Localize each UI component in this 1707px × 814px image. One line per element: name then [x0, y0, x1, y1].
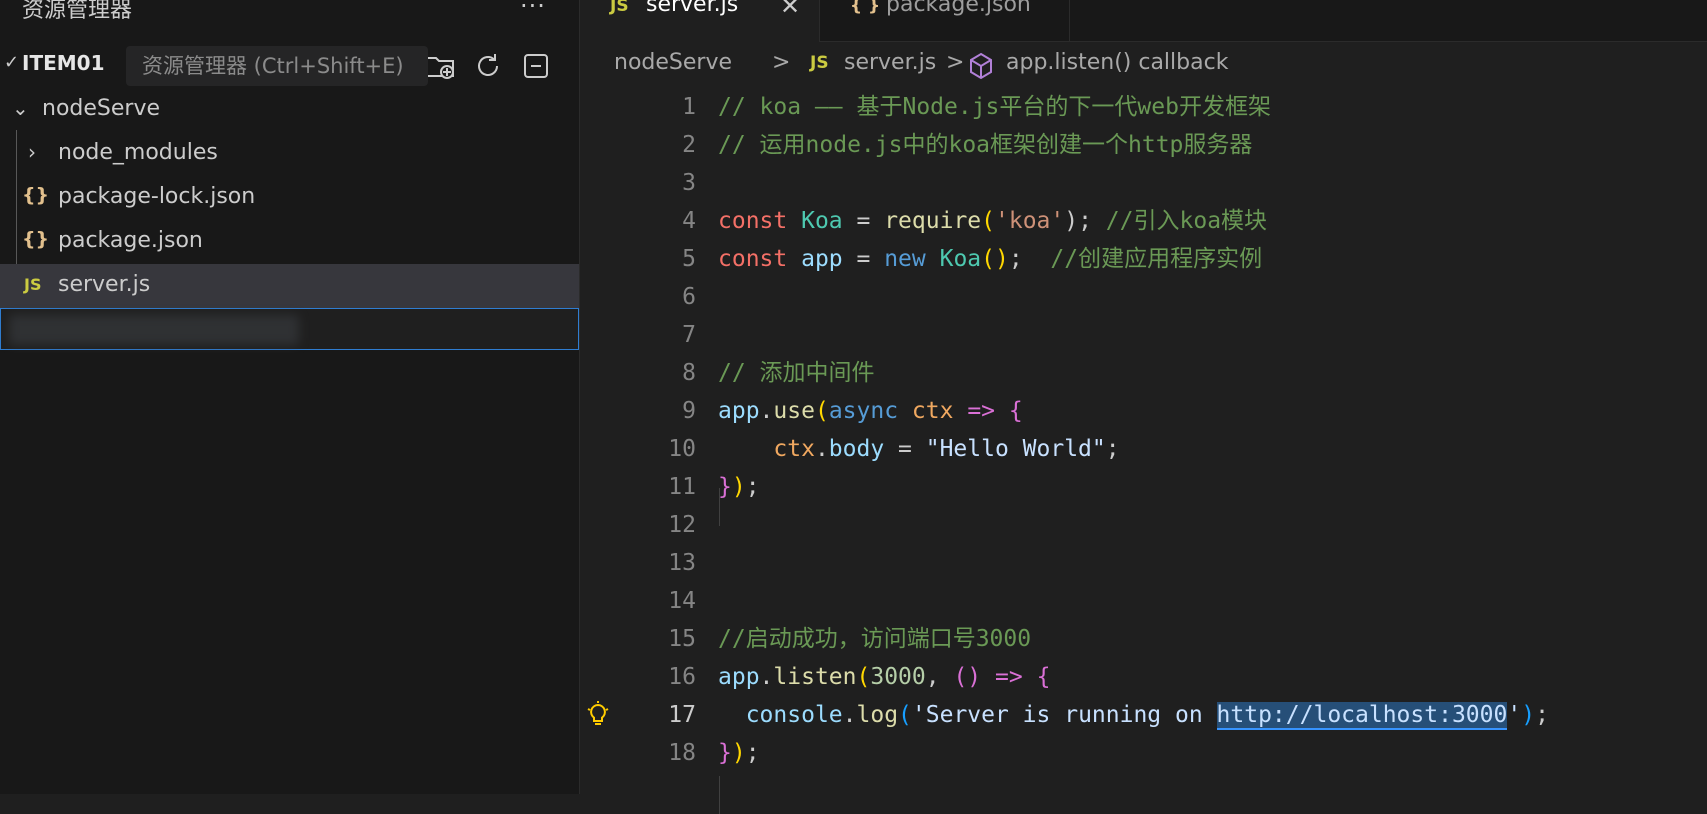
line-number: 4	[682, 208, 696, 234]
code-line: 6	[580, 278, 1707, 316]
line-number: 3	[682, 170, 696, 196]
tooltip: 资源管理器 (Ctrl+Shift+E)	[126, 46, 428, 86]
line-number: 9	[682, 398, 696, 424]
workspace-name: ITEM01	[22, 51, 105, 75]
tab-server-js[interactable]: JS server.js ✕	[580, 0, 820, 42]
code-line: 8 // 添加中间件	[580, 354, 1707, 392]
collapse-all-icon[interactable]	[520, 50, 552, 82]
code-text: //启动成功，访问端口号3000	[718, 626, 1032, 652]
json-file-icon: { }	[850, 0, 881, 16]
json-file-icon: {}	[22, 228, 50, 250]
js-file-icon: JS	[24, 275, 42, 294]
symbol-method-icon	[968, 52, 994, 86]
code-text: // koa —— 基于Node.js平台的下一代web开发框架	[718, 94, 1271, 120]
code-line: 17 console.log('Server is running on htt…	[580, 696, 1707, 734]
tree-item-nodeServe[interactable]: ⌄ nodeServe	[0, 88, 579, 132]
line-number: 14	[668, 588, 696, 614]
breadcrumb-folder[interactable]: nodeServe	[614, 50, 732, 75]
line-number: 2	[682, 132, 696, 158]
code-line: 4 const Koa = require('koa'); //引入koa模块	[580, 202, 1707, 240]
code-line: 3	[580, 164, 1707, 202]
code-line: 13	[580, 544, 1707, 582]
code-text: app.listen(3000, () => {	[718, 664, 1051, 690]
tree-item-server-js[interactable]: JS server.js	[0, 264, 579, 308]
line-number: 10	[668, 436, 696, 462]
chevron-right-icon: >	[772, 50, 791, 75]
chevron-down-icon: ⌄	[12, 96, 29, 120]
line-number: 8	[682, 360, 696, 386]
tree-item-node-modules[interactable]: › node_modules	[0, 132, 579, 176]
refresh-icon[interactable]	[472, 50, 504, 82]
tree-item-label: package-lock.json	[58, 184, 256, 209]
tab-label: server.js	[646, 0, 739, 17]
tree-item-label: server.js	[58, 272, 151, 297]
code-text: });	[718, 474, 760, 500]
code-line: 12	[580, 506, 1707, 544]
explorer-title: 资源管理器	[22, 0, 133, 23]
tree-item-label: nodeServe	[42, 96, 161, 121]
code-line: 1 // koa —— 基于Node.js平台的下一代web开发框架	[580, 88, 1707, 126]
code-line: 11 });	[580, 468, 1707, 506]
tree-item-package-json[interactable]: {} package.json	[0, 220, 579, 264]
line-number: 7	[682, 322, 696, 348]
code-text: app.use(async ctx => {	[718, 398, 1023, 424]
code-text: // 运用node.js中的koa框架创建一个http服务器	[718, 132, 1253, 158]
line-number: 11	[668, 474, 696, 500]
code-text: ctx.body = "Hello World";	[773, 436, 1120, 462]
code-text: const app = new Koa(); //创建应用程序实例	[718, 246, 1263, 272]
blurred-content	[9, 315, 299, 345]
code-line: 16 app.listen(3000, () => {	[580, 658, 1707, 696]
line-number: 16	[668, 664, 696, 690]
line-number: 17	[668, 702, 696, 728]
line-number: 5	[682, 246, 696, 272]
code-line: 5 const app = new Koa(); //创建应用程序实例	[580, 240, 1707, 278]
code-line: 2 // 运用node.js中的koa框架创建一个http服务器	[580, 126, 1707, 164]
url-link[interactable]: http://localhost:3000	[1216, 702, 1508, 730]
code-text: const Koa = require('koa'); //引入koa模块	[718, 208, 1268, 234]
editor-area: JS server.js ✕ { } package.json nodeServ…	[580, 0, 1707, 814]
tree-item-label: package.json	[58, 228, 203, 253]
code-text: console.log('Server is running on http:/…	[745, 702, 1549, 730]
json-file-icon: {}	[22, 184, 50, 206]
code-line: 15 //启动成功，访问端口号3000	[580, 620, 1707, 658]
tree-item-label: node_modules	[58, 140, 218, 165]
code-line: 14	[580, 582, 1707, 620]
breadcrumb-symbol[interactable]: app.listen() callback	[1006, 50, 1228, 75]
line-number: 6	[682, 284, 696, 310]
line-number: 18	[668, 740, 696, 766]
new-folder-icon[interactable]	[424, 50, 456, 82]
explorer-sidebar: 资源管理器 ··· ✓ ITEM01 资源管理器 (Ctrl+Shift+E) …	[0, 0, 580, 794]
line-number: 13	[668, 550, 696, 576]
code-line: 9 app.use(async ctx => {	[580, 392, 1707, 430]
tab-package-json[interactable]: { } package.json	[820, 0, 1070, 42]
js-file-icon: JS	[810, 53, 829, 73]
tab-bar: JS server.js ✕ { } package.json	[580, 0, 1707, 42]
indent-guide	[719, 776, 720, 814]
chevron-right-icon: ›	[28, 140, 36, 164]
more-actions-icon[interactable]: ···	[520, 0, 546, 20]
tab-label: package.json	[886, 0, 1031, 17]
code-text: });	[718, 740, 760, 766]
line-number: 1	[682, 94, 696, 120]
close-icon[interactable]: ✕	[780, 0, 800, 20]
code-line: 10 ctx.body = "Hello World";	[580, 430, 1707, 468]
chevron-down-icon: ✓	[4, 52, 20, 73]
breadcrumb-file[interactable]: server.js	[844, 50, 936, 75]
code-text: // 添加中间件	[718, 360, 875, 386]
chevron-right-icon: >	[946, 50, 965, 75]
line-number: 15	[668, 626, 696, 652]
tree-item-blurred[interactable]	[0, 308, 579, 350]
js-file-icon: JS	[610, 0, 629, 16]
tree-item-package-lock[interactable]: {} package-lock.json	[0, 176, 579, 220]
code-line: 18 });	[580, 734, 1707, 772]
line-number: 12	[668, 512, 696, 538]
code-line: 7	[580, 316, 1707, 354]
